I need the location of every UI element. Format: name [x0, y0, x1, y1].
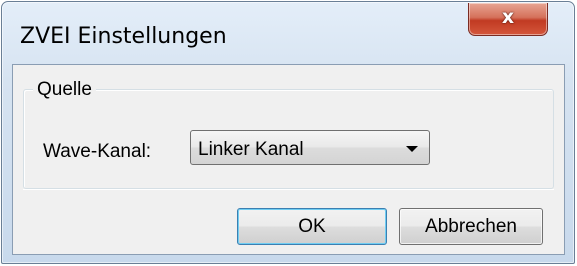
dialog-window: ZVEI Einstellungen x Quelle Wave-Kanal: … [1, 1, 575, 264]
dialog-client-area: Quelle Wave-Kanal: Linker Kanal OK Abbre… [12, 64, 565, 255]
wave-channel-select-value: Linker Kanal [198, 139, 304, 160]
groupbox-legend: Quelle [33, 79, 96, 101]
ok-button[interactable]: OK [237, 208, 387, 245]
close-icon: x [501, 6, 515, 28]
window-title: ZVEI Einstellungen [20, 24, 227, 49]
title-bar[interactable]: ZVEI Einstellungen x [2, 2, 574, 64]
separator [23, 189, 554, 190]
close-button[interactable]: x [468, 3, 548, 36]
cancel-button[interactable]: Abbrechen [399, 208, 543, 245]
wave-channel-label: Wave-Kanal: [43, 141, 152, 162]
wave-channel-select[interactable]: Linker Kanal [190, 130, 430, 165]
chevron-down-icon [406, 146, 418, 152]
